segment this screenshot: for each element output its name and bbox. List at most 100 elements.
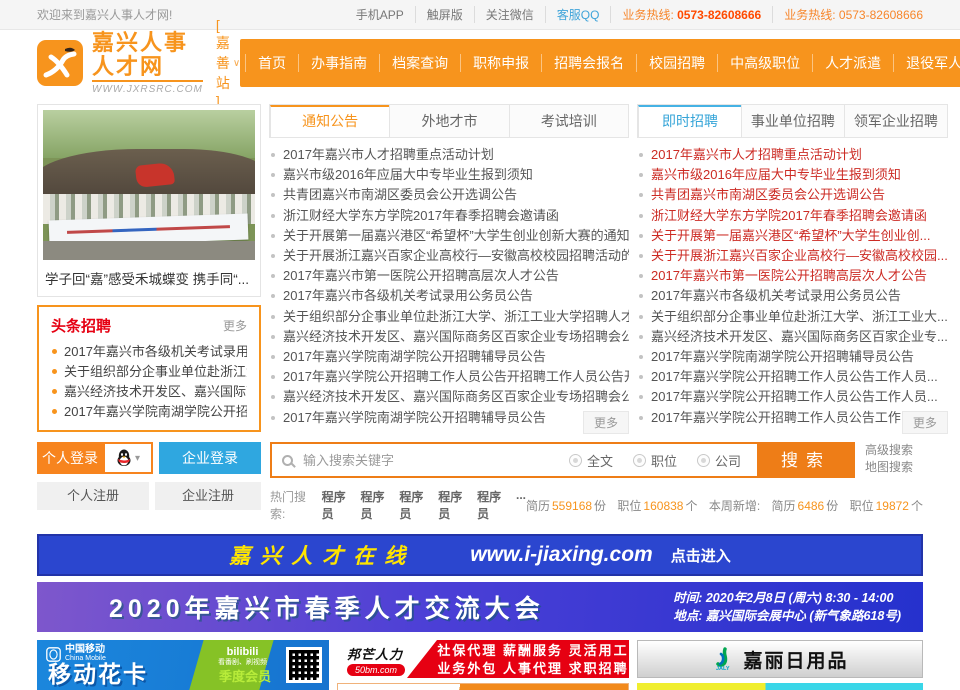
personal-login-button[interactable]: 个人登录	[37, 442, 103, 474]
search-input[interactable]	[301, 452, 569, 469]
jiaxing-talent-online-banner[interactable]: 嘉兴人才在线 www.i-jiaxing.com 点击进入	[37, 534, 923, 576]
headline-job-item[interactable]: 嘉兴经济技术开发区、嘉兴国际商务...	[51, 382, 247, 402]
search-scope-radio[interactable]: 公司	[697, 451, 741, 470]
topbar-link-touch-version[interactable]: 触屏版	[416, 6, 475, 23]
hot-search-term[interactable]: 程序员	[322, 488, 352, 522]
map-search-link[interactable]: 地图搜索	[865, 459, 923, 476]
nav-item[interactable]: 首页	[245, 54, 298, 72]
china-mobile-ad[interactable]: 中国移动 China Mobile 移动花卡 bilibili 看番剧、刷视频 …	[37, 640, 329, 690]
recruit-item[interactable]: 关于开展浙江嘉兴百家企业高校行—安徽高校校园...	[637, 246, 948, 266]
jiali-daily-goods-ad[interactable]: JALY 嘉丽日用品	[637, 640, 923, 678]
nav-item[interactable]: 职称申报	[460, 54, 541, 72]
recruit-item[interactable]: 嘉兴经济技术开发区、嘉兴国际商务区百家企业专...	[637, 327, 948, 347]
recruit-tab[interactable]: 即时招聘	[638, 105, 741, 137]
nav-item[interactable]: 办事指南	[298, 54, 379, 72]
search-scope-radio[interactable]: 全文	[569, 451, 613, 470]
bangmang-services-line2: 业务外包 人事代理 求职招聘	[437, 660, 629, 678]
bangmang-hr-ad[interactable]: 邦芒人力 50bm.com 社保代理 薪酬服务 灵活用工 业务外包 人事代理 求…	[337, 640, 629, 678]
recruit-item[interactable]: 2017年嘉兴学院公开招聘工作人员公告工作人员...	[637, 387, 948, 407]
recruit-item[interactable]: 浙江财经大学东方学院2017年春季招聘会邀请函	[637, 206, 948, 226]
notice-item[interactable]: 2017年嘉兴学院南湖学院公开招聘辅导员公告	[269, 408, 629, 428]
notice-tab[interactable]: 考试培训	[509, 105, 628, 137]
notice-item[interactable]: 关于开展第一届嘉兴港区“希望杯”大学生创业创新大赛的通知	[269, 226, 629, 246]
notice-more-link[interactable]: 更多	[583, 411, 629, 434]
search-scope-radio[interactable]: 职位	[633, 451, 677, 470]
nav-item[interactable]: 人才派遣	[812, 54, 893, 72]
recruit-item[interactable]: 2017年嘉兴学院南湖学院公开招聘辅导员公告	[637, 347, 948, 367]
notice-item[interactable]: 2017年嘉兴学院公开招聘工作人员公告开招聘工作人员公告开...	[269, 367, 629, 387]
photo-caption[interactable]: 学子回“嘉”感受禾城蝶变 携手同“...	[43, 260, 255, 291]
topbar-link-wechat[interactable]: 关注微信	[475, 6, 546, 23]
recruit-item[interactable]: 2017年嘉兴市人才招聘重点活动计划	[637, 145, 948, 165]
notice-item[interactable]: 关于组织部分企事业单位赴浙江大学、浙江工业大学招聘人才的...	[269, 307, 629, 327]
recruit-item[interactable]: 关于开展第一届嘉兴港区“希望杯”大学生创业创...	[637, 226, 948, 246]
search-area: 全文职位公司 搜索 高级搜索 地图搜索 热门搜索: 程序员程序员程序员程序员程序…	[270, 442, 923, 522]
headline-jobs-title: 头条招聘	[51, 315, 111, 336]
notice-item[interactable]: 共青团嘉兴市南湖区委员会公开选调公告	[269, 185, 629, 205]
bullet-icon	[639, 315, 643, 319]
site-logo-icon[interactable]	[37, 40, 83, 86]
nav-item[interactable]: 中高级职位	[717, 54, 812, 72]
notice-item[interactable]: 2017年嘉兴市第一医院公开招聘高层次人才公告	[269, 266, 629, 286]
enterprise-register-button[interactable]: 企业注册	[155, 482, 261, 510]
bullet-icon	[271, 335, 275, 339]
headline-job-item[interactable]: 2017年嘉兴学院南湖学院公开招聘辅...	[51, 402, 247, 422]
nav-item[interactable]: 招聘会报名	[541, 54, 636, 72]
hot-search-term[interactable]: ...	[516, 488, 526, 522]
notice-item[interactable]: 嘉兴经济技术开发区、嘉兴国际商务区百家企业专场招聘会公告	[269, 387, 629, 407]
notice-item[interactable]: 嘉兴经济技术开发区、嘉兴国际商务区百家企业专场招聘会公告	[269, 327, 629, 347]
site-brand[interactable]: 嘉兴人事人才网 WWW.JXRSRC.COM	[92, 31, 203, 95]
bullet-icon	[271, 274, 275, 278]
recruit-item[interactable]: 嘉兴市级2016年应届大中专毕业生报到须知	[637, 165, 948, 185]
station-selector[interactable]: [ 嘉善站 ] ∨	[216, 17, 240, 109]
search-button[interactable]: 搜索	[757, 444, 853, 476]
nav-item[interactable]: 档案查询	[379, 54, 460, 72]
recruit-item[interactable]: 关于组织部分企事业单位赴浙江大学、浙江工业大...	[637, 307, 948, 327]
personal-register-button[interactable]: 个人注册	[37, 482, 149, 510]
radio-icon	[697, 454, 710, 467]
notice-tab[interactable]: 通知公告	[270, 105, 389, 137]
headline-job-item[interactable]: 2017年嘉兴市各级机关考试录用公务...	[51, 342, 247, 362]
recruit-tabs: 即时招聘事业单位招聘领军企业招聘	[637, 104, 948, 138]
bullet-icon	[639, 173, 643, 177]
headline-jobs-list: 2017年嘉兴市各级机关考试录用公务...关于组织部分企事业单位赴浙江大学...…	[51, 342, 247, 422]
news-photo[interactable]	[43, 110, 255, 260]
notice-item[interactable]: 2017年嘉兴市人才招聘重点活动计划	[269, 145, 629, 165]
headline-job-item[interactable]: 关于组织部分企事业单位赴浙江大学...	[51, 362, 247, 382]
news-photo-card: 学子回“嘉”感受禾城蝶变 携手同“...	[37, 104, 261, 297]
job-fair-place: 嘉兴国际会展中心 (新气象路618号)	[706, 609, 901, 623]
recruit-more-link[interactable]: 更多	[902, 411, 948, 434]
topbar-link-mobile-app[interactable]: 手机APP	[345, 6, 416, 23]
topbar-link-service-qq[interactable]: 客服QQ	[546, 6, 612, 23]
qq-login-dropdown[interactable]: ▾	[103, 442, 153, 474]
hot-search-term[interactable]: 程序员	[361, 488, 391, 522]
notice-item[interactable]: 浙江财经大学东方学院2017年春季招聘会邀请函	[269, 206, 629, 226]
job-fair-details: 时间: 2020年2月8日 (周六) 8:30 - 14:00 地点: 嘉兴国际…	[673, 589, 901, 625]
banner-enter-link[interactable]: 点击进入	[671, 545, 731, 566]
recruit-item[interactable]: 共青团嘉兴市南湖区委员会公开选调公告	[637, 185, 948, 205]
hot-search-term[interactable]: 程序员	[438, 488, 468, 522]
nav-item[interactable]: 校园招聘	[636, 54, 717, 72]
notice-tab[interactable]: 外地才市	[389, 105, 508, 137]
recruit-item[interactable]: 2017年嘉兴市各级机关考试录用公务员公告	[637, 286, 948, 306]
recruit-item[interactable]: 2017年嘉兴市第一医院公开招聘高层次人才公告	[637, 266, 948, 286]
nav-item[interactable]: 退役军人招聘	[893, 54, 960, 72]
bullet-icon	[52, 369, 57, 374]
job-fair-banner[interactable]: 2020年嘉兴市春季人才交流大会 时间: 2020年2月8日 (周六) 8:30…	[37, 582, 923, 632]
enterprise-login-button[interactable]: 企业登录	[159, 442, 261, 474]
banner-url: www.i-jiaxing.com	[470, 543, 652, 567]
hotline-secondary: 业务热线: 0573-82608666	[773, 6, 923, 23]
hot-search-term[interactable]: 程序员	[399, 488, 429, 522]
recruit-tab[interactable]: 领军企业招聘	[844, 105, 947, 137]
notice-item[interactable]: 2017年嘉兴市各级机关考试录用公务员公告	[269, 286, 629, 306]
notice-item[interactable]: 2017年嘉兴学院南湖学院公开招聘辅导员公告	[269, 347, 629, 367]
hot-search-term[interactable]: 程序员	[477, 488, 507, 522]
recruit-item[interactable]: 2017年嘉兴学院公开招聘工作人员公告工作人员...	[637, 367, 948, 387]
notice-item[interactable]: 嘉兴市级2016年应届大中专毕业生报到须知	[269, 165, 629, 185]
site-stats: 简历559168份 职位160838个 本周新增: 简历6486份 职位1987…	[526, 497, 923, 514]
headline-more-link[interactable]: 更多	[223, 317, 247, 334]
advanced-search-link[interactable]: 高级搜索	[865, 442, 923, 459]
notice-item[interactable]: 关于开展浙江嘉兴百家企业高校行—安徽高校校园招聘活动的通...	[269, 246, 629, 266]
bilibili-label: bilibili 看番剧、刷视频	[218, 646, 267, 667]
recruit-tab[interactable]: 事业单位招聘	[741, 105, 844, 137]
